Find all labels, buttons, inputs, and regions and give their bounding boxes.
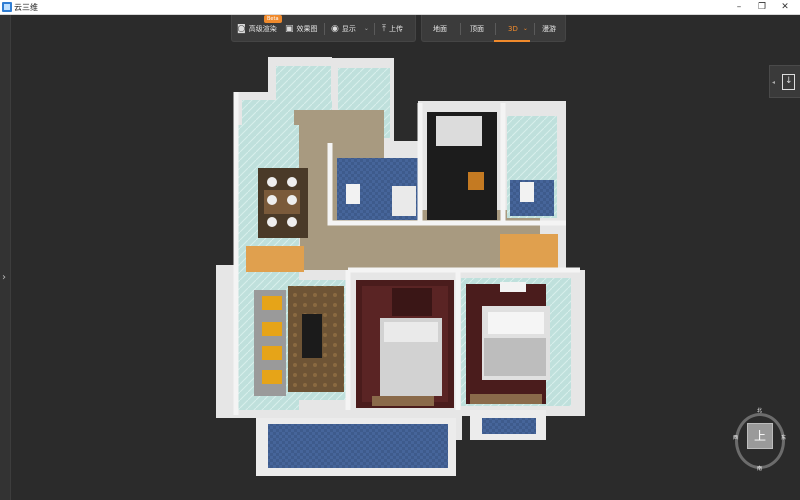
chevron-down-icon: ⌄ [522, 25, 528, 32]
balcony-2 [470, 410, 546, 440]
toolbar-divider [460, 23, 461, 35]
tab-ceiling[interactable]: 顶面 [470, 15, 484, 42]
eye-icon: ◉ [331, 23, 339, 34]
chevron-left-icon: ◂ [772, 79, 776, 86]
view-cube-top[interactable]: 上 [747, 423, 773, 449]
display-dropdown[interactable]: ◉ 显示 ⌄ [331, 15, 369, 42]
dining-table [258, 168, 308, 238]
upload-icon: ⤒ [382, 23, 386, 34]
upload-label: 上传 [388, 24, 403, 33]
beta-badge: Beta [264, 15, 282, 23]
entry-cabinet [500, 234, 558, 268]
toolbar-divider [495, 23, 496, 35]
upload-button[interactable]: ⤒ 上传 [382, 15, 403, 42]
close-button[interactable]: ✕ [774, 0, 796, 15]
maximize-button[interactable]: ❐ [751, 0, 773, 15]
toolbar-divider [374, 23, 375, 35]
effect-image-label: 效果图 [296, 24, 318, 33]
title-bar: 云三维 – ❐ ✕ [0, 0, 800, 15]
tab-3d[interactable]: 3D ⌄ [508, 15, 528, 42]
toilet-1 [346, 184, 360, 204]
cabinet [246, 246, 304, 272]
panel-toggle-icon [782, 74, 795, 90]
compass-south[interactable]: 南 [757, 465, 762, 472]
camera-icon: ◙ [237, 23, 246, 34]
minimize-button[interactable]: – [728, 0, 750, 15]
window-title: 云三维 [14, 3, 38, 12]
bedroom-1 [356, 280, 454, 408]
view-compass[interactable]: 北 南 西 东 上 [733, 407, 787, 474]
compass-north[interactable]: 北 [757, 407, 762, 414]
chevron-right-icon[interactable]: › [2, 272, 6, 283]
active-tab-indicator [494, 40, 530, 42]
balcony-1 [256, 418, 456, 476]
image-icon: ▣ [285, 23, 294, 34]
effect-image-button[interactable]: ▣ 效果图 [285, 15, 318, 42]
sofa [254, 290, 286, 396]
bathtub-1 [392, 186, 416, 216]
tab-floor[interactable]: 地面 [433, 15, 447, 42]
stool [468, 172, 484, 190]
hq-render-label: 高级渲染 [248, 24, 277, 33]
toilet-2 [520, 182, 534, 202]
bedroom-2 [461, 278, 571, 406]
chevron-down-icon: ⌄ [363, 25, 369, 32]
display-label: 显示 [341, 24, 356, 33]
floorplan-3d-viewport[interactable] [0, 0, 800, 500]
tab-walkthrough[interactable]: 漫游 [542, 15, 556, 42]
pantry-floor [276, 66, 331, 106]
view-toolbar: 地面 顶面 3D ⌄ 漫游 [421, 15, 566, 42]
main-toolbar: ◙ 高级渲染 ▣ 效果图 ◉ 显示 ⌄ ⤒ 上传 [231, 15, 416, 42]
curtain [436, 116, 482, 146]
tab-3d-label: 3D [508, 24, 518, 33]
toolbar-divider [534, 23, 535, 35]
coffee-table [302, 314, 322, 358]
toolbar-divider [324, 23, 325, 35]
compass-west[interactable]: 西 [733, 434, 738, 441]
right-panel-toggle[interactable]: ◂ [769, 65, 800, 98]
left-panel-rail[interactable]: › [0, 15, 11, 500]
compass-east[interactable]: 东 [781, 434, 786, 441]
app-logo-icon [2, 2, 12, 12]
